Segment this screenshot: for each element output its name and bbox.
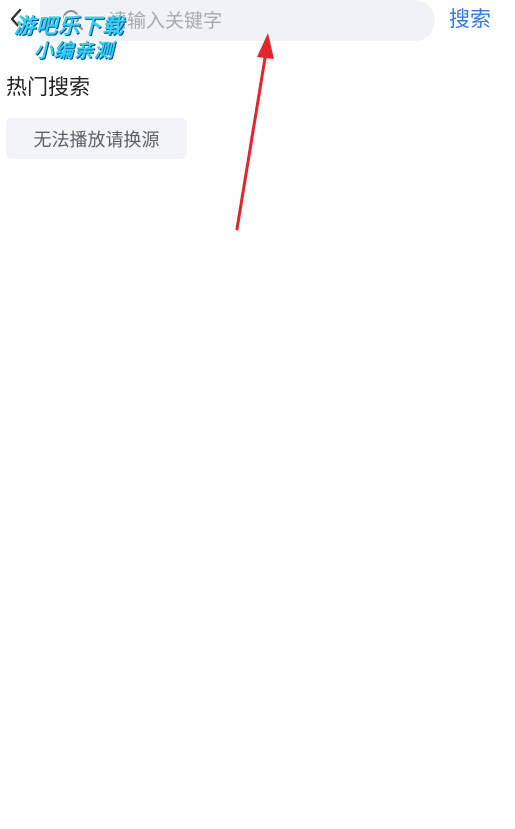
search-icon — [62, 9, 84, 31]
chevron-left-icon — [8, 7, 24, 35]
search-button[interactable]: 搜索 — [449, 5, 491, 33]
search-input[interactable]: 请输入关键字 — [40, 0, 435, 41]
hot-search-title: 热门搜索 — [6, 75, 90, 99]
hot-search-tag[interactable]: 无法播放请换源 — [6, 118, 187, 159]
search-placeholder: 请输入关键字 — [108, 10, 223, 32]
search-page: 请输入关键字 搜索 热门搜索 无法播放请换源 游吧乐下载 小编亲测 — [0, 0, 515, 829]
back-button[interactable] — [4, 6, 28, 36]
